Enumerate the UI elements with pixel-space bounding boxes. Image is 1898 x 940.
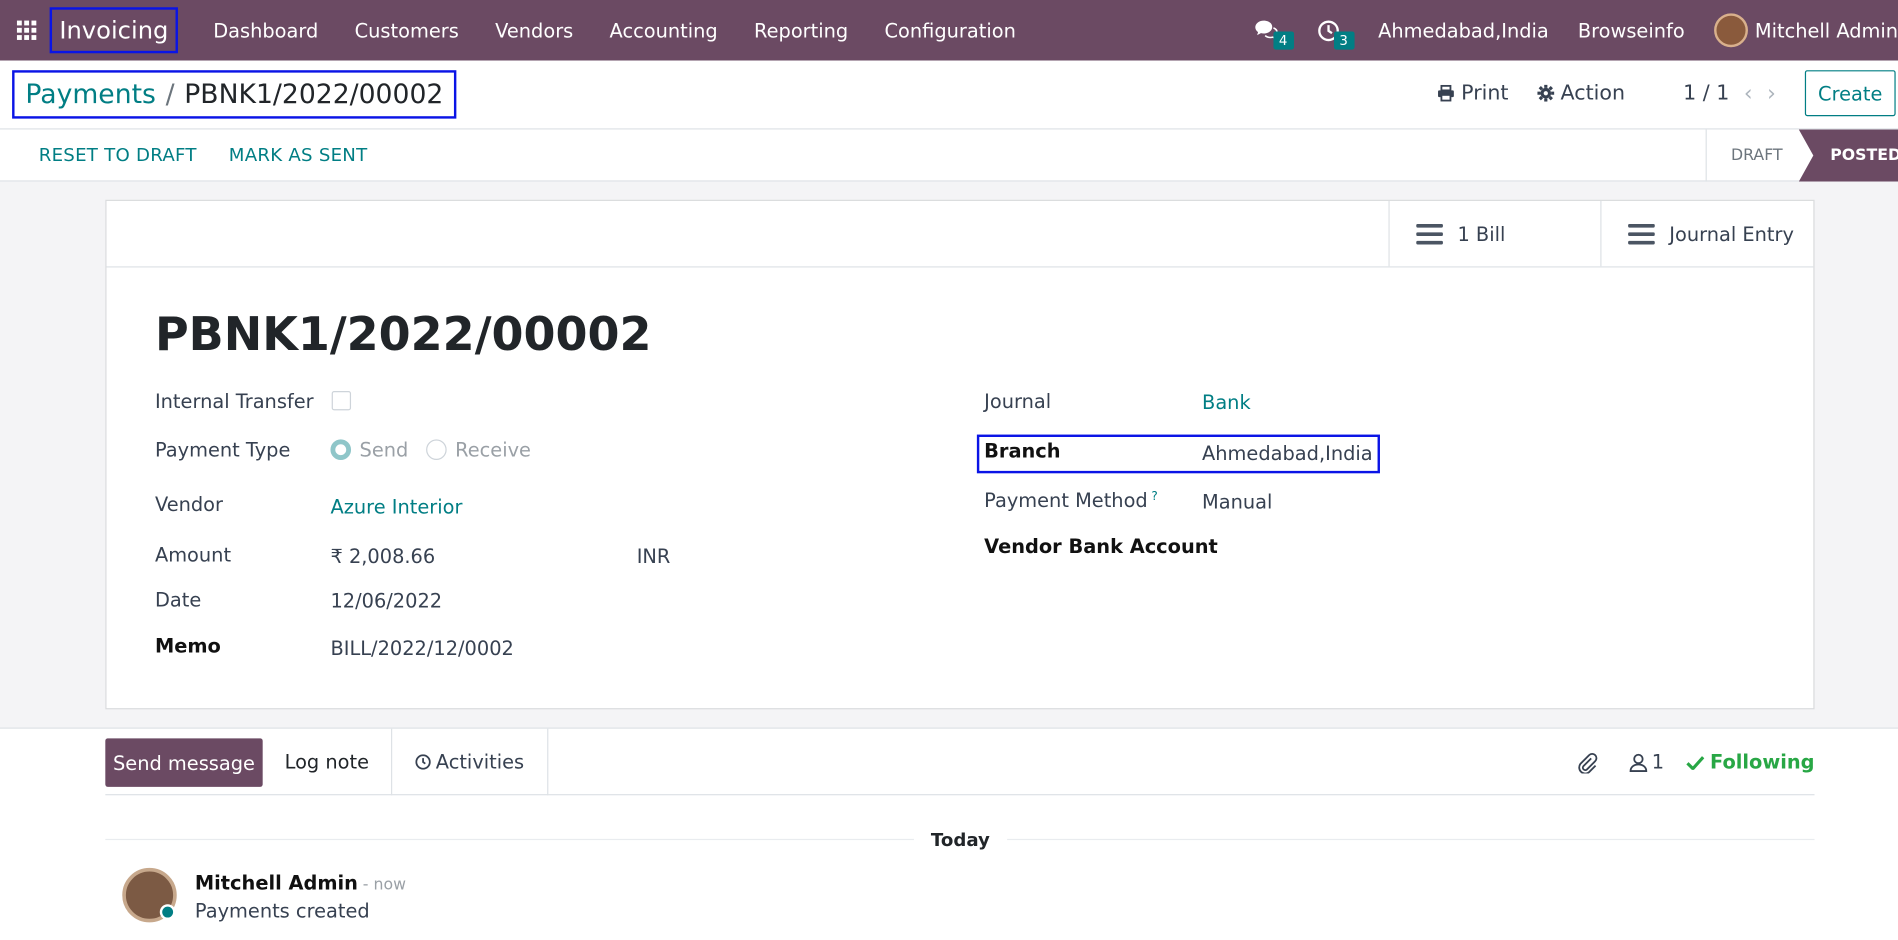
- bills-smart-label: 1 Bill: [1457, 222, 1506, 246]
- date-value: 12/06/2022: [330, 589, 443, 613]
- menu-accounting[interactable]: Accounting: [591, 19, 735, 42]
- online-status-icon: [159, 904, 176, 920]
- journal-label: Journal: [984, 389, 1052, 413]
- app-name[interactable]: Invoicing: [49, 7, 179, 54]
- activity-menu[interactable]: 3: [1299, 19, 1356, 50]
- currency-value: INR: [636, 544, 671, 568]
- messaging-menu[interactable]: 4: [1237, 19, 1295, 50]
- menu-vendors[interactable]: Vendors: [477, 19, 591, 42]
- printer-icon: [1438, 84, 1454, 102]
- bills-smart-button[interactable]: 1 Bill: [1388, 200, 1601, 267]
- breadcrumb-current: PBNK1/2022/00002: [184, 79, 444, 110]
- chatter: Send message Log note Activities 1 Follo…: [0, 727, 1898, 940]
- date-separator: Today: [913, 829, 1007, 851]
- menu-reporting[interactable]: Reporting: [736, 19, 866, 42]
- message-time: - now: [362, 876, 406, 895]
- mark-as-sent-button[interactable]: MARK AS SENT: [229, 144, 368, 166]
- internal-transfer-checkbox[interactable]: [331, 390, 352, 411]
- branch-value: Ahmedabad,India: [1202, 441, 1373, 465]
- vendor-bank-account-label: Vendor Bank Account: [984, 535, 1218, 559]
- status-bar: RESET TO DRAFT MARK AS SENT DRAFT POSTED: [0, 128, 1898, 182]
- payment-type-receive-radio[interactable]: [426, 439, 447, 460]
- user-name: Mitchell Admin: [1754, 18, 1898, 42]
- activities-label: Activities: [435, 750, 525, 774]
- message-body: Payments created: [194, 899, 370, 923]
- list-icon: [1628, 218, 1655, 248]
- internal-transfer-label: Internal Transfer: [154, 389, 314, 413]
- print-label: Print: [1461, 81, 1509, 106]
- activities-count-badge: 3: [1333, 30, 1354, 50]
- action-label: Action: [1560, 81, 1626, 106]
- clock-icon: [415, 754, 431, 770]
- breadcrumb-payments-link[interactable]: Payments: [25, 79, 155, 109]
- breadcrumb: Payments / PBNK1/2022/00002: [12, 70, 457, 119]
- messages-count-badge: 4: [1272, 31, 1294, 50]
- journal-entry-label: Journal Entry: [1669, 222, 1794, 246]
- form-sheet: 1 Bill Journal Entry PBNK1/2022/00002 In…: [105, 199, 1815, 710]
- smart-button-box: 1 Bill Journal Entry: [106, 200, 1814, 268]
- pager-next-icon[interactable]: ›: [1767, 80, 1776, 105]
- paperclip-icon[interactable]: [1577, 751, 1599, 773]
- list-icon: [1416, 218, 1443, 248]
- user-icon: [1630, 753, 1648, 772]
- user-menu[interactable]: Mitchell Admin: [1699, 13, 1898, 48]
- chatter-right-tools: 1 Following: [1577, 729, 1815, 796]
- user-avatar: [1713, 13, 1748, 48]
- control-panel-actions: Print Action 1 / 1 ‹ › Create: [1422, 70, 1898, 117]
- payment-method-label: Payment Method?: [984, 489, 1158, 513]
- help-icon[interactable]: ?: [1151, 490, 1157, 503]
- amount-value: ₹ 2,008.66: [330, 544, 436, 568]
- company-switcher[interactable]: Browseinfo: [1563, 19, 1699, 42]
- memo-label: Memo: [154, 634, 221, 658]
- message-author-name[interactable]: Mitchell Admin: [195, 872, 358, 895]
- branch-label: Branch: [984, 439, 1061, 463]
- menu-customers[interactable]: Customers: [336, 19, 476, 42]
- amount-label: Amount: [154, 543, 232, 567]
- pager-value[interactable]: 1 / 1: [1683, 81, 1729, 105]
- navbar-systray: 4 3 Ahmedabad,India Browseinfo Mitchell …: [1237, 0, 1898, 61]
- branch-switcher[interactable]: Ahmedabad,India: [1356, 19, 1563, 42]
- print-button[interactable]: Print: [1422, 81, 1523, 105]
- memo-value: BILL/2022/12/0002: [330, 636, 514, 660]
- menu-configuration[interactable]: Configuration: [866, 19, 1034, 42]
- payment-type-label: Payment Type: [154, 438, 291, 462]
- stage-draft[interactable]: DRAFT: [1705, 129, 1815, 182]
- date-label: Date: [154, 588, 202, 612]
- activities-button[interactable]: Activities: [392, 728, 549, 796]
- payment-type-receive-label: Receive: [455, 438, 531, 462]
- following-label: Following: [1710, 750, 1815, 774]
- app-root: Invoicing Dashboard Customers Vendors Ac…: [0, 0, 1898, 940]
- send-message-button[interactable]: Send message: [105, 738, 263, 787]
- gear-icon: [1537, 84, 1555, 102]
- following-button[interactable]: Following: [1685, 750, 1815, 774]
- payment-type-send-label: Send: [359, 438, 409, 462]
- create-button[interactable]: Create: [1804, 70, 1896, 117]
- menu-dashboard[interactable]: Dashboard: [195, 19, 336, 42]
- log-note-button[interactable]: Log note: [263, 728, 393, 796]
- top-navbar: Invoicing Dashboard Customers Vendors Ac…: [0, 0, 1898, 61]
- check-icon: [1685, 755, 1704, 770]
- apps-menu-icon[interactable]: [0, 0, 53, 61]
- control-panel: Payments / PBNK1/2022/00002 Print Action…: [0, 60, 1898, 182]
- chatter-topbar: Send message Log note Activities 1 Follo…: [105, 728, 1815, 796]
- pager-previous-icon[interactable]: ‹: [1744, 80, 1753, 105]
- followers-count: 1: [1651, 750, 1665, 774]
- message-author: Mitchell Admin - now: [195, 872, 406, 895]
- followers-button[interactable]: 1: [1630, 751, 1664, 774]
- payment-method-value: Manual: [1202, 490, 1273, 514]
- vendor-link[interactable]: Azure Interior: [330, 495, 462, 518]
- stage-posted[interactable]: POSTED: [1798, 129, 1898, 182]
- journal-entry-smart-button[interactable]: Journal Entry: [1600, 200, 1813, 267]
- reset-to-draft-button[interactable]: RESET TO DRAFT: [39, 144, 197, 166]
- breadcrumb-separator: /: [165, 79, 175, 110]
- journal-link[interactable]: Bank: [1202, 391, 1251, 414]
- vendor-label: Vendor: [154, 492, 223, 516]
- record-title: PBNK1/2022/00002: [154, 307, 652, 361]
- action-button[interactable]: Action: [1523, 81, 1640, 105]
- payment-type-send-radio[interactable]: [330, 439, 352, 460]
